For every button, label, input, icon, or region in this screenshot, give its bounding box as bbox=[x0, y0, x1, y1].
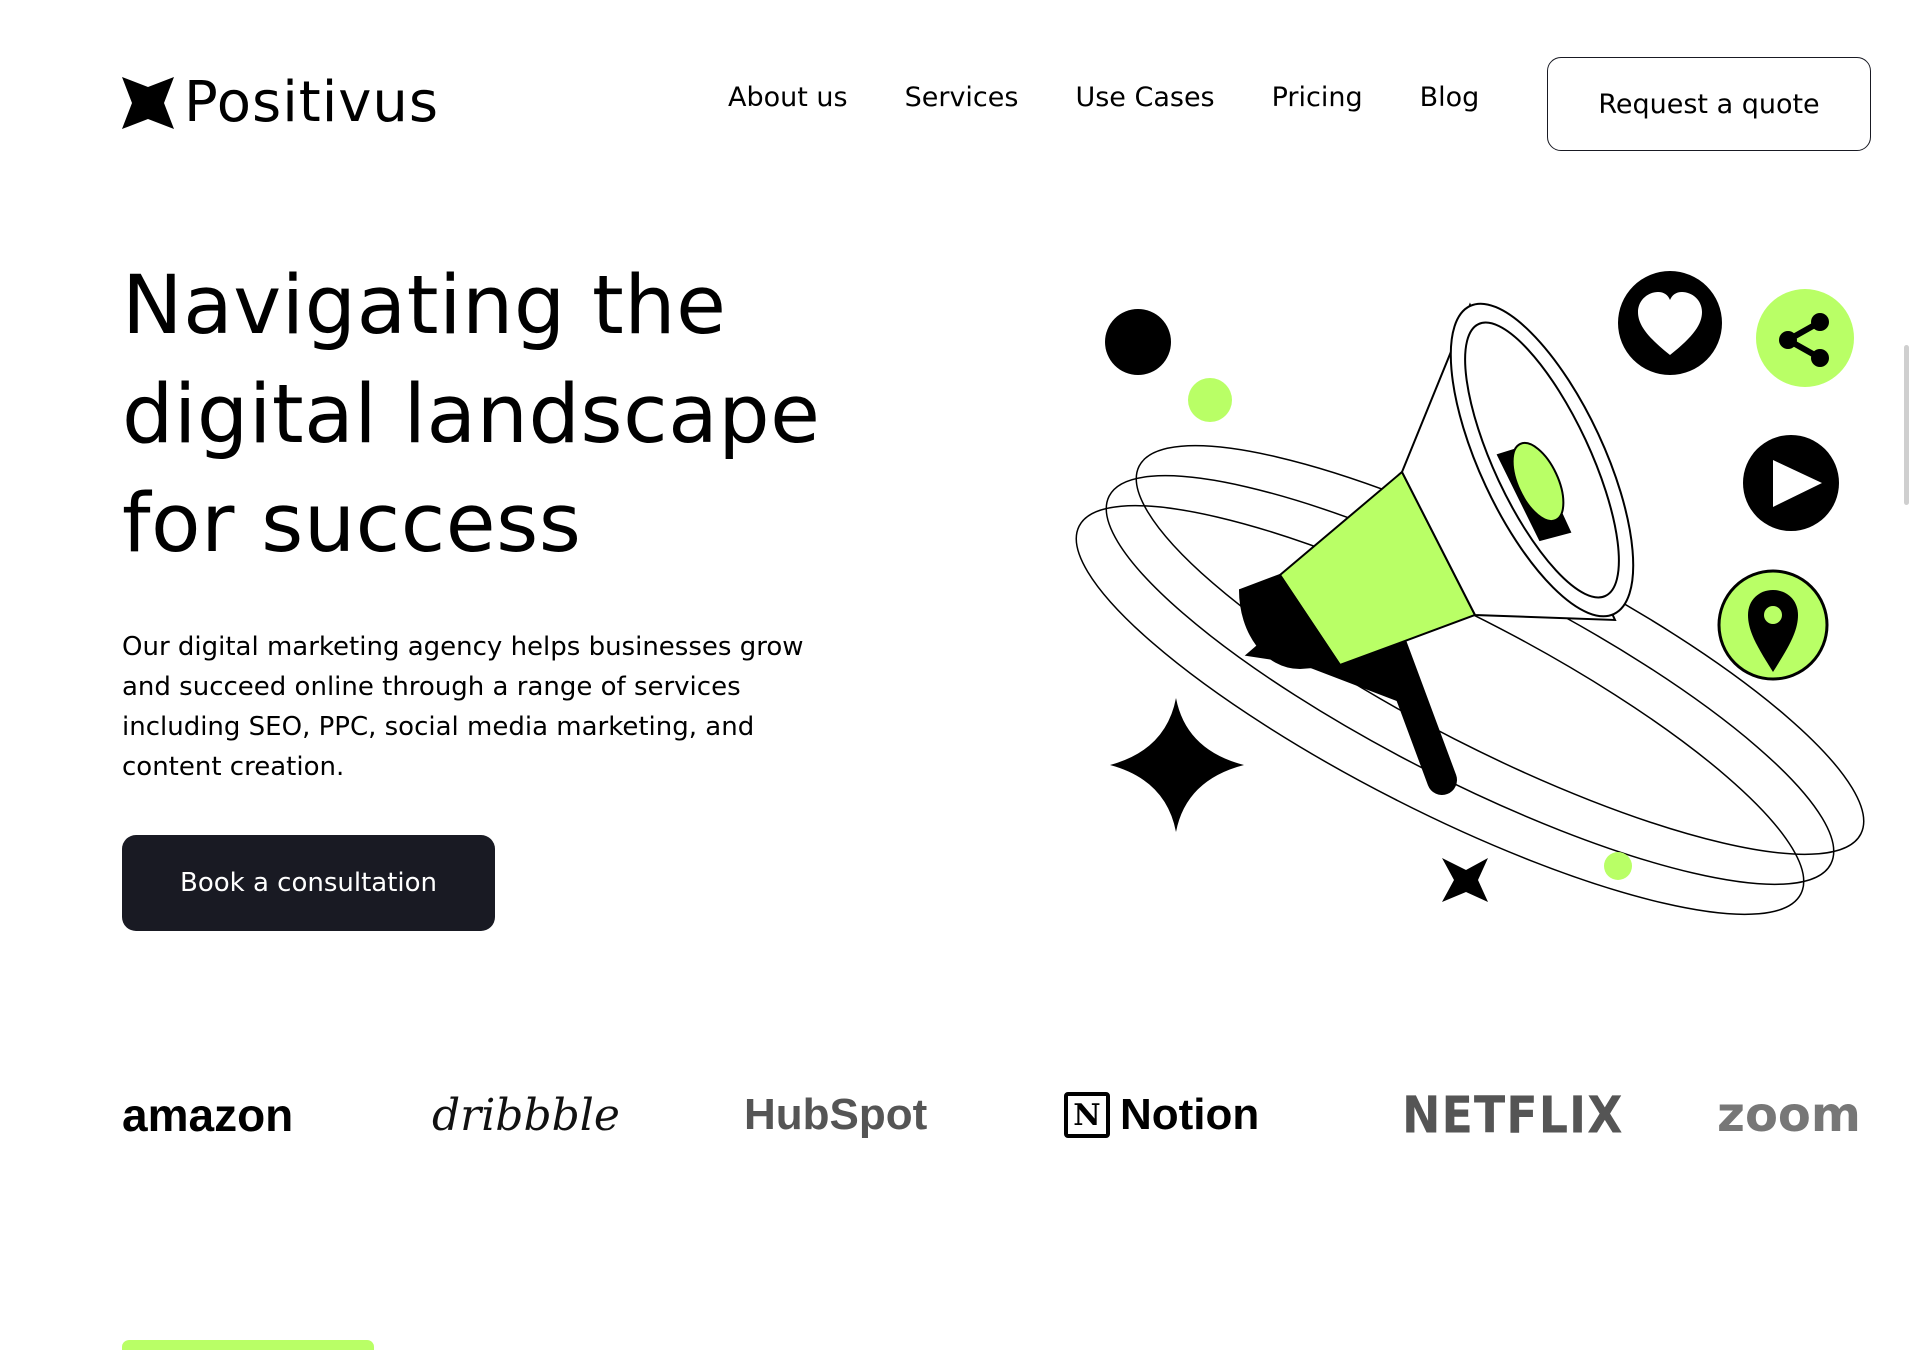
logo-notion: N Notion bbox=[1064, 1070, 1259, 1160]
notion-cube-icon: N bbox=[1064, 1092, 1110, 1138]
logo-netflix-text: NETFLIX bbox=[1402, 1085, 1624, 1145]
nav-item-blog[interactable]: Blog bbox=[1420, 82, 1480, 113]
site-header: Positivus About us Services Use Cases Pr… bbox=[0, 0, 1914, 210]
black-dot bbox=[1105, 309, 1171, 375]
logo-dribbble: dribbble bbox=[432, 1070, 620, 1160]
heart-icon bbox=[1618, 271, 1722, 375]
nav-item-pricing[interactable]: Pricing bbox=[1272, 82, 1363, 113]
logo-amazon: amazon bbox=[122, 1070, 293, 1160]
logo-amazon-text: amazon bbox=[122, 1089, 294, 1141]
hero-title: Navigating the digital landscape for suc… bbox=[122, 259, 821, 571]
logo-zoom: zoom bbox=[1717, 1070, 1861, 1160]
logo-notion-text: Notion bbox=[1120, 1090, 1260, 1139]
section-heading-tab bbox=[122, 1340, 374, 1350]
brand-logo[interactable]: Positivus bbox=[122, 70, 439, 135]
nav-item-use-cases[interactable]: Use Cases bbox=[1075, 82, 1214, 113]
logo-zoom-text: zoom bbox=[1717, 1087, 1861, 1143]
small-green-dot bbox=[1604, 852, 1632, 880]
hero-description: Our digital marketing agency helps busin… bbox=[122, 632, 804, 782]
green-dot bbox=[1188, 378, 1232, 422]
logo-hubspot: HubSpot bbox=[744, 1070, 927, 1160]
book-consultation-button[interactable]: Book a consultation bbox=[122, 835, 495, 931]
client-logos: amazon dribbble HubSpot N Notion NETFLIX… bbox=[122, 1070, 1874, 1160]
megaphone-icon bbox=[1238, 302, 1635, 795]
small-star-icon bbox=[1442, 858, 1488, 902]
logo-dribbble-text: dribbble bbox=[432, 1089, 620, 1141]
logo-netflix: NETFLIX bbox=[1402, 1066, 1624, 1165]
scrollbar-thumb[interactable] bbox=[1904, 345, 1909, 505]
sparkle-star-icon bbox=[1110, 698, 1244, 832]
share-icon bbox=[1756, 289, 1854, 387]
request-quote-button[interactable]: Request a quote bbox=[1547, 57, 1871, 151]
nav-item-about-us[interactable]: About us bbox=[728, 82, 848, 113]
logo-hubspot-text: HubSpot bbox=[744, 1090, 928, 1139]
nav-item-services[interactable]: Services bbox=[905, 82, 1019, 113]
star-logo-icon bbox=[122, 76, 174, 129]
brand-name: Positivus bbox=[184, 70, 440, 135]
play-icon bbox=[1743, 435, 1839, 531]
main-nav: About us Services Use Cases Pricing Blog bbox=[728, 82, 1536, 113]
hero-illustration bbox=[1075, 271, 1865, 916]
location-pin-icon bbox=[1717, 569, 1829, 681]
